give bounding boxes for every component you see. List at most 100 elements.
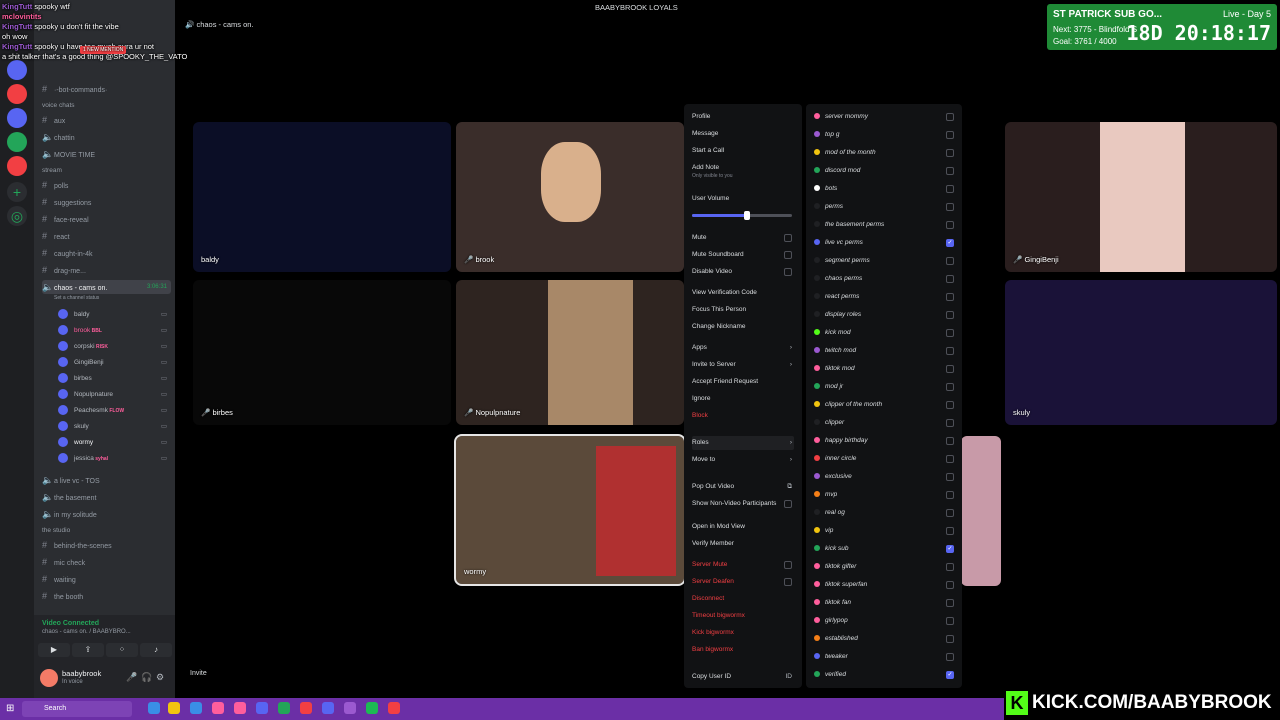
video-tile[interactable]: 🎤 Nopulpnature [456, 280, 684, 425]
menu-start-a-call[interactable]: Start a Call [692, 144, 794, 158]
menu-show-non-video-participants[interactable]: Show Non-Video Participants [692, 497, 794, 511]
video-tile[interactable]: baldy [193, 122, 451, 272]
checkbox[interactable] [784, 251, 792, 259]
checkbox-checked[interactable]: ✓ [946, 545, 954, 553]
role-item[interactable]: clipper of the month [814, 398, 954, 412]
role-item[interactable]: tiktok mod [814, 362, 954, 376]
video-tile[interactable]: 🎤 GingiBenji [1005, 122, 1277, 272]
role-item[interactable]: bots [814, 182, 954, 196]
channel-item[interactable]: # suggestions [42, 195, 171, 209]
checkbox[interactable] [784, 561, 792, 569]
role-item[interactable]: chaos perms [814, 272, 954, 286]
menu-accept-friend-request[interactable]: Accept Friend Request [692, 375, 794, 389]
voice-user[interactable]: GingiBenji ▭ [58, 355, 167, 370]
channel-item[interactable]: # ·-bot-commands· [42, 82, 171, 96]
video-tile-selected[interactable]: wormy [454, 434, 686, 586]
menu-server-deafen[interactable]: Server Deafen [692, 575, 794, 589]
role-item[interactable]: established [814, 632, 954, 646]
checkbox[interactable] [946, 131, 954, 139]
menu-roles[interactable]: Roles › [692, 436, 794, 450]
channel-item[interactable]: # react [42, 229, 171, 243]
role-item[interactable]: twitch mod [814, 344, 954, 358]
channel-item[interactable]: # waiting [42, 572, 171, 586]
menu-message[interactable]: Message [692, 127, 794, 141]
role-item[interactable]: tweaker [814, 650, 954, 664]
checkbox[interactable] [946, 527, 954, 535]
server-icon[interactable] [7, 156, 27, 176]
menu-disconnect[interactable]: Disconnect [692, 592, 794, 606]
channel-item[interactable]: 🔈the basement [42, 490, 171, 504]
menu-move-to[interactable]: Move to › [692, 453, 794, 467]
voice-user[interactable]: brook BBL ▭ [58, 323, 167, 338]
role-item[interactable]: the basement perms [814, 218, 954, 232]
menu-timeout-bigwormx[interactable]: Timeout bigwormx [692, 609, 794, 623]
menu-mute[interactable]: Mute [692, 231, 794, 245]
channel-item[interactable]: # caught-in-4k [42, 246, 171, 260]
voice-user[interactable]: Peachesmk FLOW ▭ [58, 403, 167, 418]
menu-change-nickname[interactable]: Change Nickname [692, 320, 794, 334]
volume-knob[interactable] [744, 211, 750, 220]
checkbox[interactable] [946, 185, 954, 193]
checkbox[interactable] [946, 653, 954, 661]
menu-profile[interactable]: Profile [692, 110, 794, 124]
role-item[interactable]: tiktok gifter [814, 560, 954, 574]
role-item[interactable]: exclusive [814, 470, 954, 484]
menu-apps[interactable]: Apps › [692, 341, 794, 355]
invite-button[interactable]: Invite [190, 670, 207, 677]
channel-item[interactable]: # face-reveal [42, 212, 171, 226]
app-icon[interactable] [256, 702, 268, 714]
voice-user[interactable]: Nopulpnature ▭ [58, 387, 167, 402]
channel-category[interactable]: the studio [42, 524, 171, 538]
checkbox[interactable] [946, 203, 954, 211]
role-item[interactable]: inner circle [814, 452, 954, 466]
menu-server-mute[interactable]: Server Mute [692, 558, 794, 572]
gear-icon[interactable]: ⚙ [156, 672, 164, 683]
checkbox[interactable] [946, 221, 954, 229]
voice-user[interactable]: wormy ▭ [58, 435, 167, 450]
explorer-icon[interactable] [168, 702, 180, 714]
checkbox[interactable] [946, 293, 954, 301]
app-icon[interactable] [234, 702, 246, 714]
checkbox[interactable] [946, 329, 954, 337]
screenshare-button[interactable]: ⇪ [72, 643, 104, 657]
checkbox[interactable] [946, 365, 954, 373]
channel-category[interactable]: voice chats [42, 99, 171, 113]
role-item[interactable]: girlypop [814, 614, 954, 628]
role-item[interactable]: top g [814, 128, 954, 142]
checkbox[interactable] [946, 509, 954, 517]
menu-focus-this-person[interactable]: Focus This Person [692, 303, 794, 317]
checkbox[interactable] [946, 437, 954, 445]
checkbox-checked[interactable]: ✓ [946, 671, 954, 679]
video-tile[interactable]: 🎤 birbes [193, 280, 451, 425]
checkbox[interactable] [946, 563, 954, 571]
checkbox[interactable] [946, 383, 954, 391]
menu-ban-bigwormx[interactable]: Ban bigwormx [692, 643, 794, 657]
channel-item[interactable]: 🔈a live vc - TOS [42, 473, 171, 487]
channel-item[interactable]: 🔈MOVIE TIME [42, 147, 171, 161]
channel-item[interactable]: 🔈chattin [42, 130, 171, 144]
checkbox[interactable] [946, 491, 954, 499]
menu-kick-bigwormx[interactable]: Kick bigwormx [692, 626, 794, 640]
taskview-icon[interactable] [148, 702, 160, 714]
voice-user[interactable]: baldy ▭ [58, 307, 167, 322]
server-icon[interactable] [7, 84, 27, 104]
menu-mute-soundboard[interactable]: Mute Soundboard [692, 248, 794, 262]
channel-item[interactable]: # behind-the-scenes [42, 538, 171, 552]
role-item[interactable]: kick sub ✓ [814, 542, 954, 556]
checkbox[interactable] [946, 635, 954, 643]
video-tile[interactable]: 🎤 brook [456, 122, 684, 272]
role-item[interactable]: server mommy [814, 110, 954, 124]
video-tile[interactable] [961, 436, 1001, 586]
role-item[interactable]: display roles [814, 308, 954, 322]
role-item[interactable]: live vc perms ✓ [814, 236, 954, 250]
menu-open-in-mod-view[interactable]: Open in Mod View [692, 520, 794, 534]
checkbox[interactable] [946, 419, 954, 427]
app-icon[interactable] [344, 702, 356, 714]
menu-block[interactable]: Block [692, 409, 794, 423]
role-item[interactable]: discord mod [814, 164, 954, 178]
channel-item[interactable]: # polls [42, 178, 171, 192]
role-item[interactable]: react perms [814, 290, 954, 304]
explore-icon[interactable]: ◎ [7, 206, 27, 226]
checkbox[interactable] [946, 455, 954, 463]
checkbox[interactable] [946, 275, 954, 283]
